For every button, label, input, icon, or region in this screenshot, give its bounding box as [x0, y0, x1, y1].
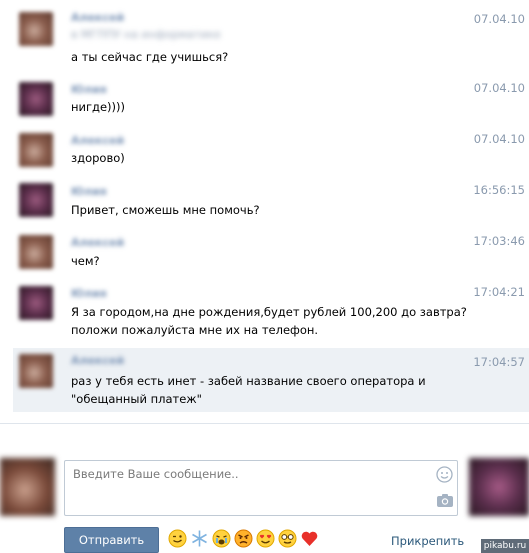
message-text: Привет, сможешь мне помочь? — [71, 203, 260, 217]
message-4: Юлия Привет, сможешь мне помочь? 16:56:1… — [13, 182, 529, 224]
emoji-bar — [168, 529, 319, 549]
message-author[interactable]: Алексей — [71, 236, 124, 249]
message-input-box[interactable] — [64, 460, 458, 516]
message-history: Алексей в МГППУ на информатике а ты сейч… — [0, 0, 529, 423]
avatar[interactable] — [19, 235, 53, 269]
message-author[interactable]: Юлия — [71, 83, 107, 96]
message-6: Юлия Я за городом,на дне рождения,будет … — [13, 284, 529, 344]
glasses-emoji-icon[interactable] — [278, 529, 297, 548]
message-2: Юлия нигде)))) 07.04.10 — [13, 80, 529, 122]
message-input[interactable] — [65, 461, 457, 515]
message-time[interactable]: 07.04.10 — [474, 132, 525, 146]
message-3: Алексей здорово) 07.04.10 — [13, 131, 529, 173]
message-time[interactable]: 16:56:15 — [473, 183, 525, 197]
message-text: Я за городом,на дне рождения,будет рубле… — [71, 305, 467, 319]
avatar[interactable] — [19, 286, 53, 320]
message-time[interactable]: 07.04.10 — [474, 12, 525, 26]
message-time[interactable]: 17:04:57 — [473, 355, 525, 369]
message-text: здорово) — [71, 151, 125, 165]
divider — [0, 423, 529, 424]
avatar[interactable] — [19, 133, 53, 167]
message-text: чем? — [71, 254, 100, 268]
avatar[interactable] — [19, 12, 53, 46]
message-text: положи пожалуйста мне их на телефон. — [71, 323, 319, 337]
send-button[interactable]: Отправить — [64, 527, 159, 553]
camera-icon[interactable] — [436, 493, 454, 508]
avatar[interactable] — [19, 183, 53, 217]
message-author[interactable]: Алексей — [71, 134, 124, 147]
message-1: Алексей в МГППУ на информатике а ты сейч… — [13, 8, 529, 70]
pikabu-watermark: pikabu.ru — [481, 539, 529, 553]
attach-link[interactable]: Прикрепить — [391, 534, 464, 548]
heart-emoji-icon[interactable] — [300, 529, 319, 548]
message-time[interactable]: 17:03:46 — [473, 234, 525, 248]
angry-emoji-icon[interactable] — [234, 529, 253, 548]
message-text: "обещанный платеж" — [71, 392, 202, 406]
avatar[interactable] — [19, 354, 53, 388]
message-text: раз у тебя есть инет - забей название св… — [71, 374, 426, 388]
message-text: а ты сейчас где учишься? — [71, 50, 229, 64]
crying-emoji-icon[interactable] — [212, 529, 231, 548]
smile-icon[interactable] — [436, 466, 453, 483]
snowflake-emoji-icon[interactable] — [190, 529, 209, 548]
message-5: Алексей чем? 17:03:46 — [13, 233, 529, 275]
message-time[interactable]: 17:04:21 — [473, 285, 525, 299]
avatar[interactable] — [19, 82, 53, 116]
message-time[interactable]: 07.04.10 — [474, 81, 525, 95]
author-status: в МГППУ на информатике — [71, 28, 221, 41]
my-avatar[interactable] — [0, 458, 55, 516]
message-7: Алексей раз у тебя есть инет - забей наз… — [13, 348, 529, 412]
message-author[interactable]: Юлия — [71, 287, 107, 300]
wink-emoji-icon[interactable] — [168, 529, 187, 548]
recipient-avatar[interactable] — [469, 458, 529, 516]
message-author[interactable]: Юлия — [71, 185, 107, 198]
message-text: нигде)))) — [71, 100, 126, 114]
message-author[interactable]: Алексей — [71, 11, 124, 24]
heart-eyes-emoji-icon[interactable] — [256, 529, 275, 548]
message-author[interactable]: Алексей — [71, 354, 124, 367]
